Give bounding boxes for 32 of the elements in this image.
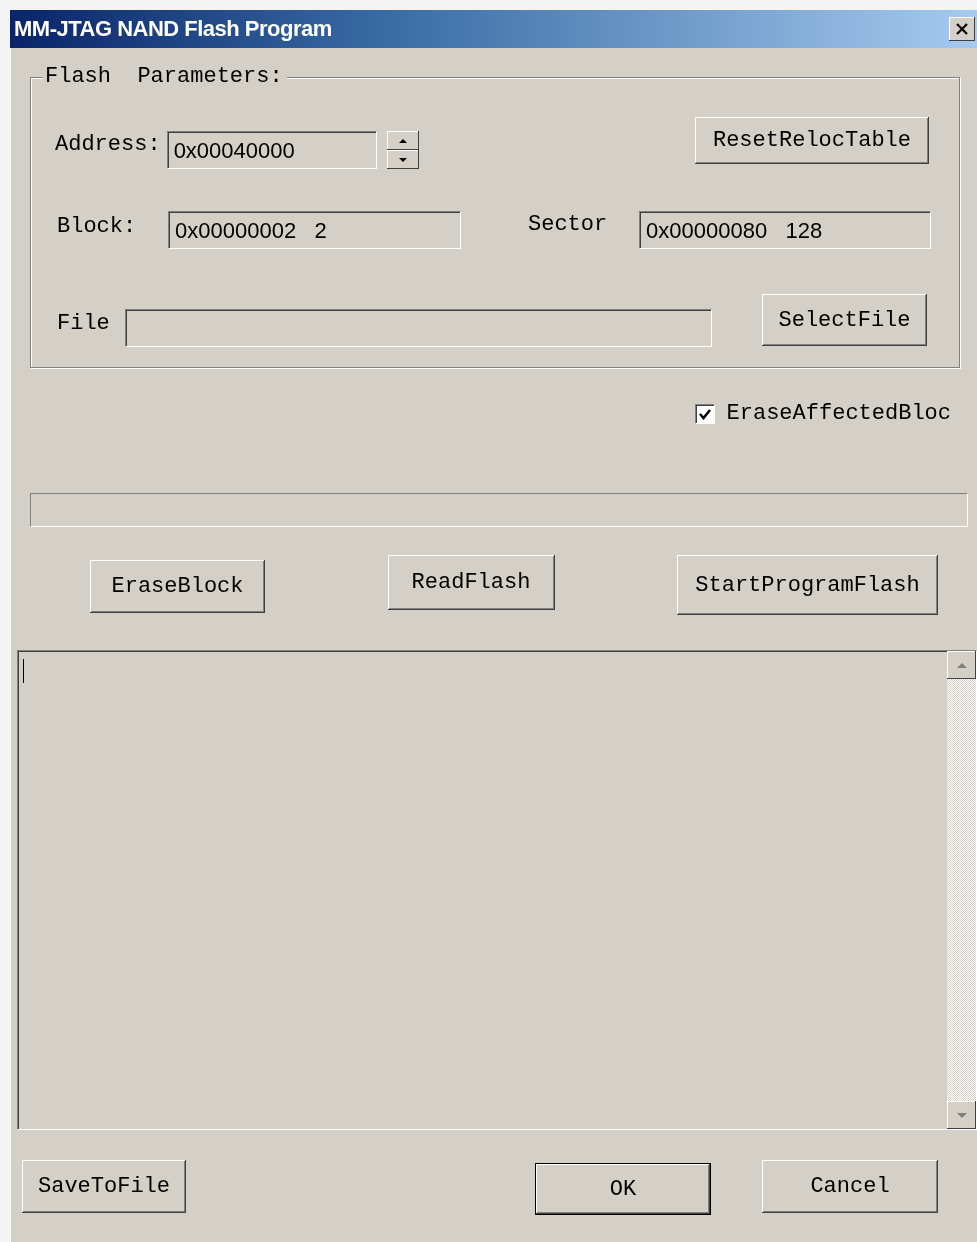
file-label: File [57,312,111,336]
spin-up-button[interactable] [386,131,419,150]
start-program-button[interactable]: StartProgramFlash [677,555,938,615]
scroll-down-button[interactable] [947,1101,976,1129]
up-arrow-icon [956,662,967,668]
erase-affected-checkbox[interactable] [694,404,715,424]
erase-block-button[interactable]: EraseBlock [90,560,265,613]
erase-affected-label: EraseAffectedBloc [726,402,951,426]
cancel-button[interactable]: Cancel [762,1160,938,1213]
window-title: MM-JTAG NAND Flash Program [14,16,332,42]
file-field[interactable] [125,309,712,347]
scrollbar[interactable] [947,651,976,1129]
up-arrow-icon [398,138,407,143]
reset-reloc-table-button[interactable]: ResetRelocTable [695,117,929,164]
block-field[interactable]: 0x00000002 2 [168,211,461,249]
close-button[interactable] [949,17,975,41]
check-icon [697,407,712,421]
spin-down-button[interactable] [386,150,419,169]
block-label: Block: [57,215,138,239]
down-arrow-icon [956,1112,967,1118]
select-file-button[interactable]: SelectFile [762,294,927,346]
address-label: Address: [55,133,161,157]
scroll-up-button[interactable] [947,651,976,679]
close-icon [955,22,969,36]
text-cursor [23,659,24,683]
address-field[interactable]: 0x00040000 [166,131,377,169]
save-to-file-button[interactable]: SaveToFile [22,1160,186,1213]
ok-button[interactable]: OK [535,1163,711,1215]
down-arrow-icon [398,157,407,162]
sector-label: Sector [528,213,609,237]
read-flash-button[interactable]: ReadFlash [387,555,555,610]
sector-field[interactable]: 0x00000080 128 [639,211,931,249]
